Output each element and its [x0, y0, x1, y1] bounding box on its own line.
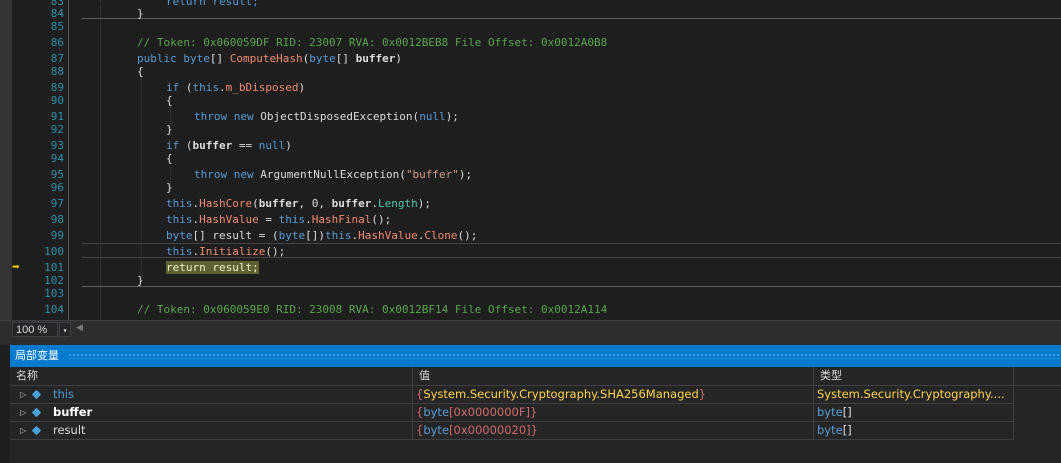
title-grip-dots	[68, 353, 1061, 359]
code-line-92[interactable]: }	[166, 122, 173, 137]
scroll-left-arrow-icon[interactable]: ◀	[76, 323, 83, 333]
code-line-96[interactable]: }	[166, 180, 173, 195]
code-line-87[interactable]: public byte[] ComputeHash(byte[] buffer)	[137, 51, 402, 66]
outline-bar	[68, 0, 69, 320]
code-line-98[interactable]: this.HashValue = this.HashFinal();	[166, 212, 391, 227]
line-number: 92	[50, 123, 64, 136]
locals-type-cell: byte[]	[814, 404, 1014, 421]
line-number: 98	[50, 213, 64, 226]
indent-guide	[100, 0, 101, 320]
line-number: 88	[50, 65, 64, 78]
field-cube-icon	[31, 407, 42, 418]
line-number: 85	[50, 20, 64, 33]
locals-column-header: 名称 值 类型	[10, 367, 1061, 386]
code-line-94[interactable]: {	[166, 151, 173, 166]
variable-name: this	[53, 387, 74, 401]
code-editor[interactable]: ➡ 83 84 85 86 87 88 89 90 91 92 93 94 95…	[0, 0, 1061, 320]
code-line-83[interactable]: return result;	[166, 0, 259, 9]
locals-value-cell[interactable]: {System.Security.Cryptography.SHA256Mana…	[413, 386, 814, 403]
code-line-97[interactable]: this.HashCore(buffer, 0, buffer.Length);	[166, 196, 431, 211]
locals-type-cell: byte[]	[814, 422, 1014, 439]
line-number: 90	[50, 94, 64, 107]
method-separator	[82, 18, 1061, 19]
field-cube-icon	[31, 425, 42, 436]
code-line-99[interactable]: byte[] result = (byte[])this.HashValue.C…	[166, 228, 477, 243]
locals-name-cell: ▷ this	[10, 386, 413, 403]
locals-row-buffer[interactable]: ▷ buffer {byte[0x0000000F]} byte[]	[10, 404, 1014, 422]
indicator-margin[interactable]	[0, 0, 12, 320]
locals-window-title[interactable]: 局部变量	[10, 345, 1061, 367]
column-header-type[interactable]: 类型	[814, 367, 1014, 385]
locals-name-cell: ▷ buffer	[10, 404, 413, 421]
zoom-level-select[interactable]: 100 %	[12, 322, 58, 337]
column-header-name[interactable]: 名称	[10, 367, 413, 385]
locals-value-cell[interactable]: {byte[0x00000020]}	[413, 422, 814, 439]
code-line-104-comment[interactable]: // Token: 0x060059E0 RID: 23008 RVA: 0x0…	[137, 302, 607, 317]
locals-name-cell: ▷ result	[10, 422, 413, 439]
line-number: 99	[50, 229, 64, 242]
code-line-95[interactable]: throw new ArgumentNullException("buffer"…	[194, 167, 472, 182]
code-line-90[interactable]: {	[166, 93, 173, 108]
locals-type-cell: System.Security.Cryptography....	[814, 386, 1014, 403]
line-number: 86	[50, 36, 64, 49]
code-line-88[interactable]: {	[137, 64, 144, 79]
zoom-dropdown-chevron-icon[interactable]: ▾	[59, 322, 71, 337]
code-line-102[interactable]: }	[137, 273, 144, 288]
line-number: 104	[44, 303, 64, 316]
line-number: 100	[44, 245, 64, 258]
column-header-value[interactable]: 值	[413, 367, 814, 385]
line-number: 96	[50, 181, 64, 194]
code-line-86-comment[interactable]: // Token: 0x060059DF RID: 23007 RVA: 0x0…	[137, 35, 607, 50]
line-number: 103	[44, 287, 64, 300]
variable-name: result	[53, 423, 86, 437]
variable-name: buffer	[53, 405, 93, 419]
locals-value-cell[interactable]: {byte[0x0000000F]}	[413, 404, 814, 421]
line-number: 94	[50, 152, 64, 165]
locals-window: 局部变量 名称 值 类型 ▷ this {System.Security.Cry…	[10, 345, 1061, 463]
editor-status-bar: 100 % ▾ ◀	[0, 320, 1061, 339]
code-line-101-current[interactable]: return result;	[166, 260, 259, 275]
field-cube-icon	[31, 389, 42, 400]
code-line-93[interactable]: if (buffer == null)	[166, 138, 292, 153]
locals-row-result[interactable]: ▷ result {byte[0x00000020]} byte[]	[10, 422, 1014, 440]
locals-row-this[interactable]: ▷ this {System.Security.Cryptography.SHA…	[10, 386, 1014, 404]
code-line-100[interactable]: this.Initialize();	[166, 244, 285, 259]
expand-triangle-icon[interactable]: ▷	[20, 386, 26, 403]
code-line-91[interactable]: throw new ObjectDisposedException(null);	[194, 109, 459, 124]
expand-triangle-icon[interactable]: ▷	[20, 422, 26, 439]
expand-triangle-icon[interactable]: ▷	[20, 404, 26, 421]
code-line-89[interactable]: if (this.m_bDisposed)	[166, 80, 305, 95]
line-number: 97	[50, 197, 64, 210]
method-separator	[82, 286, 1061, 287]
code-line-84[interactable]: }	[137, 6, 144, 21]
current-statement-highlight: return result;	[166, 261, 259, 274]
